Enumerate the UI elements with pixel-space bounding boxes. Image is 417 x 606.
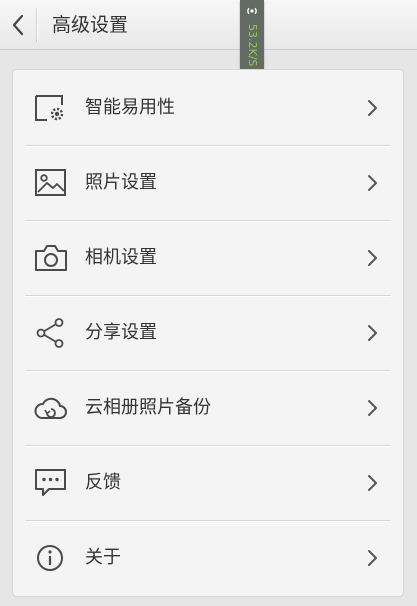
menu-item-feedback[interactable]: 反馈 [13, 445, 403, 520]
chevron-left-icon [12, 14, 24, 36]
chevron-right-icon [368, 325, 377, 341]
menu-item-label: 相机设置 [85, 247, 157, 268]
menu-item-smart-usability[interactable]: 智能易用性 [13, 70, 403, 145]
chat-bubble-icon [35, 469, 66, 496]
header-bar: 高级设置 [0, 0, 417, 50]
cloud-sync-icon [34, 397, 67, 419]
menu-item-label: 云相册照片备份 [85, 397, 211, 418]
menu-item-camera-settings[interactable]: 相机设置 [13, 220, 403, 295]
settings-card: 智能易用性 照片设置 相机设置 分享设置 云相册照片备份 反馈 关于 [13, 70, 403, 596]
chevron-right-icon [368, 475, 377, 491]
menu-item-label: 分享设置 [85, 322, 157, 343]
info-icon [37, 545, 63, 571]
menu-item-label: 智能易用性 [85, 97, 175, 118]
menu-item-label: 照片设置 [85, 172, 157, 193]
menu-item-photo-settings[interactable]: 照片设置 [13, 145, 403, 220]
chevron-right-icon [368, 250, 377, 266]
menu-item-share-settings[interactable]: 分享设置 [13, 295, 403, 370]
chevron-right-icon [368, 175, 377, 191]
chevron-right-icon [368, 100, 377, 116]
picture-icon [35, 169, 66, 196]
menu-item-about[interactable]: 关于 [13, 520, 403, 595]
chevron-right-icon [368, 550, 377, 566]
settings-menu: 智能易用性 照片设置 相机设置 分享设置 云相册照片备份 反馈 关于 [13, 70, 403, 595]
menu-item-label: 反馈 [85, 472, 121, 493]
header-divider [36, 8, 37, 42]
chevron-right-icon [368, 400, 377, 416]
menu-item-label: 关于 [85, 547, 121, 568]
camera-icon [35, 245, 67, 271]
smart-gear-icon [35, 95, 64, 121]
share-icon [36, 318, 64, 348]
page-title: 高级设置 [52, 14, 129, 36]
menu-item-cloud-backup[interactable]: 云相册照片备份 [13, 370, 403, 445]
back-button[interactable] [0, 0, 36, 50]
wifi-signal-icon [247, 7, 257, 15]
